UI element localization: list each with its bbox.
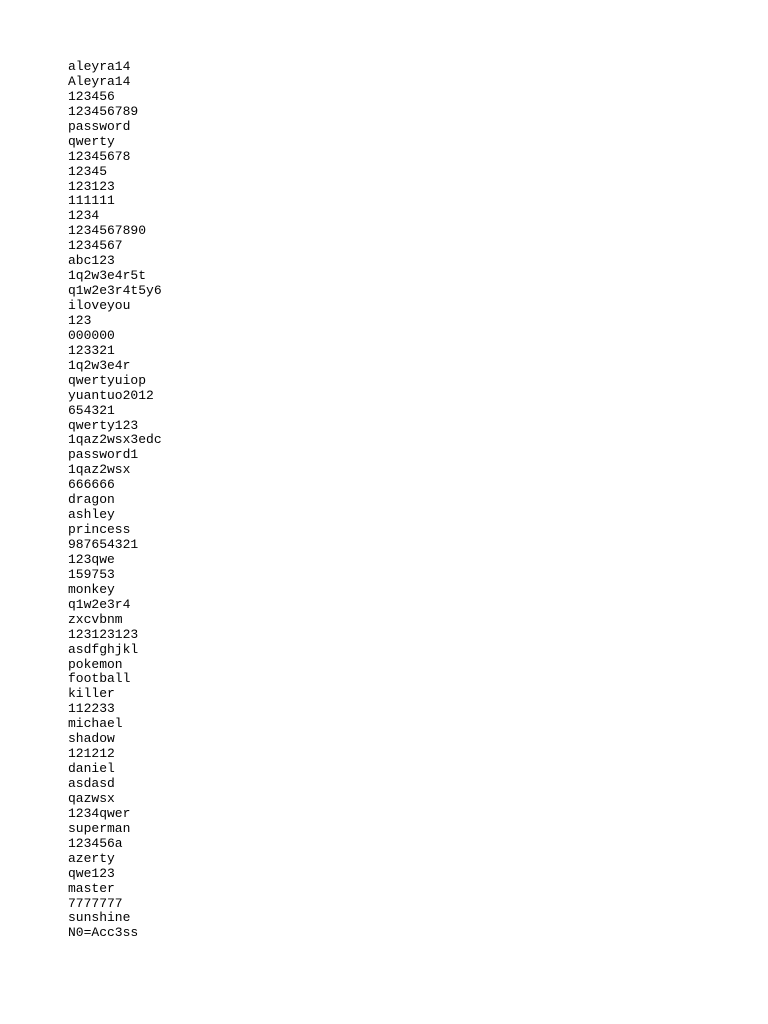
list-item: 1q2w3e4r bbox=[68, 359, 700, 374]
list-item: Aleyra14 bbox=[68, 75, 700, 90]
list-item: yuantuo2012 bbox=[68, 389, 700, 404]
list-item: password1 bbox=[68, 448, 700, 463]
list-item: 123qwe bbox=[68, 553, 700, 568]
list-item: 123456 bbox=[68, 90, 700, 105]
list-item: killer bbox=[68, 687, 700, 702]
list-item: qazwsx bbox=[68, 792, 700, 807]
list-item: 1234567 bbox=[68, 239, 700, 254]
list-item: shadow bbox=[68, 732, 700, 747]
list-item: 1qaz2wsx bbox=[68, 463, 700, 478]
list-item: q1w2e3r4 bbox=[68, 598, 700, 613]
list-item: 159753 bbox=[68, 568, 700, 583]
list-item: 987654321 bbox=[68, 538, 700, 553]
list-item: ashley bbox=[68, 508, 700, 523]
list-item: azerty bbox=[68, 852, 700, 867]
list-item: asdfghjkl bbox=[68, 643, 700, 658]
list-item: football bbox=[68, 672, 700, 687]
list-item: 123123123 bbox=[68, 628, 700, 643]
list-item: dragon bbox=[68, 493, 700, 508]
list-item: 654321 bbox=[68, 404, 700, 419]
password-list: aleyra14Aleyra14123456123456789passwordq… bbox=[68, 60, 700, 941]
list-item: 1234 bbox=[68, 209, 700, 224]
list-item: princess bbox=[68, 523, 700, 538]
list-item: 1qaz2wsx3edc bbox=[68, 433, 700, 448]
list-item: asdasd bbox=[68, 777, 700, 792]
list-item: 123 bbox=[68, 314, 700, 329]
list-item: pokemon bbox=[68, 658, 700, 673]
list-item: zxcvbnm bbox=[68, 613, 700, 628]
list-item: 123456a bbox=[68, 837, 700, 852]
list-item: daniel bbox=[68, 762, 700, 777]
list-item: 121212 bbox=[68, 747, 700, 762]
list-item: monkey bbox=[68, 583, 700, 598]
list-item: 000000 bbox=[68, 329, 700, 344]
list-item: 666666 bbox=[68, 478, 700, 493]
list-item: abc123 bbox=[68, 254, 700, 269]
list-item: 123123 bbox=[68, 180, 700, 195]
list-item: iloveyou bbox=[68, 299, 700, 314]
list-item: password bbox=[68, 120, 700, 135]
list-item: 12345 bbox=[68, 165, 700, 180]
list-item: N0=Acc3ss bbox=[68, 926, 700, 941]
list-item: 123456789 bbox=[68, 105, 700, 120]
list-item: qwerty123 bbox=[68, 419, 700, 434]
list-item: 12345678 bbox=[68, 150, 700, 165]
list-item: 7777777 bbox=[68, 897, 700, 912]
list-item: 112233 bbox=[68, 702, 700, 717]
list-item: qwerty bbox=[68, 135, 700, 150]
list-item: qwe123 bbox=[68, 867, 700, 882]
list-item: 1q2w3e4r5t bbox=[68, 269, 700, 284]
list-item: aleyra14 bbox=[68, 60, 700, 75]
list-item: sunshine bbox=[68, 911, 700, 926]
list-item: michael bbox=[68, 717, 700, 732]
list-item: q1w2e3r4t5y6 bbox=[68, 284, 700, 299]
list-item: 1234567890 bbox=[68, 224, 700, 239]
list-item: master bbox=[68, 882, 700, 897]
list-item: 123321 bbox=[68, 344, 700, 359]
list-item: superman bbox=[68, 822, 700, 837]
list-item: 1234qwer bbox=[68, 807, 700, 822]
list-item: qwertyuiop bbox=[68, 374, 700, 389]
list-item: 111111 bbox=[68, 194, 700, 209]
